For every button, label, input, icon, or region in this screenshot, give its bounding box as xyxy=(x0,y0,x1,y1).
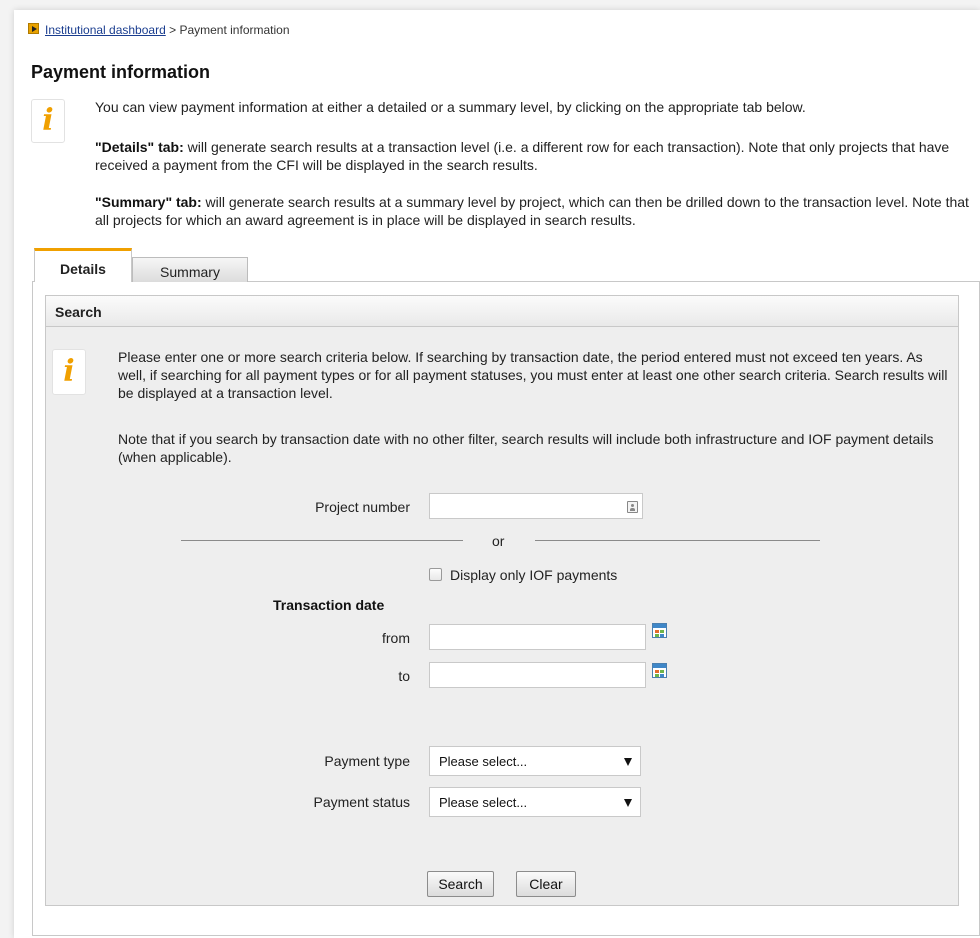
divider-left xyxy=(181,540,463,541)
search-button[interactable]: Search xyxy=(427,871,494,897)
search-info-text: Please enter one or more search criteria… xyxy=(118,349,948,401)
payment-status-label: Payment status xyxy=(313,794,411,810)
tab-details[interactable]: Details xyxy=(34,248,132,282)
project-number-input[interactable] xyxy=(429,493,643,519)
to-label: to xyxy=(398,668,410,684)
project-number-label: Project number xyxy=(315,499,410,515)
summary-tab-text: will generate search results at a summar… xyxy=(95,194,969,228)
payment-type-label: Payment type xyxy=(324,753,410,769)
from-calendar-icon[interactable] xyxy=(652,623,667,638)
search-info-icon: i xyxy=(52,349,86,395)
transaction-date-label: Transaction date xyxy=(273,597,385,613)
tab-summary[interactable]: Summary xyxy=(132,257,248,282)
details-tab-text: will generate search results at a transa… xyxy=(95,139,950,173)
clear-button[interactable]: Clear xyxy=(516,871,576,897)
page-title: Payment information xyxy=(31,62,211,82)
divider-right xyxy=(535,540,820,541)
iof-payments-label[interactable]: Display only IOF payments xyxy=(450,567,617,583)
intro-info-icon: i xyxy=(31,99,65,143)
payment-type-value: Please select... xyxy=(439,754,528,769)
search-info-note: Note that if you search by transaction d… xyxy=(118,431,934,465)
contact-card-icon[interactable] xyxy=(627,501,638,513)
iof-payments-checkbox[interactable] xyxy=(429,568,442,581)
from-date-input[interactable] xyxy=(429,624,646,650)
to-calendar-icon[interactable] xyxy=(652,663,667,678)
from-label: from xyxy=(382,630,410,646)
intro-details-paragraph: "Details" tab: will generate search resu… xyxy=(95,138,970,174)
search-section-header: Search xyxy=(45,295,959,327)
search-header-label: Search xyxy=(55,304,102,320)
breadcrumb-separator: > xyxy=(169,23,177,37)
chevron-down-icon xyxy=(624,799,632,807)
breadcrumb-current: Payment information xyxy=(179,23,290,37)
or-text: or xyxy=(492,533,505,549)
intro-line: You can view payment information at eith… xyxy=(95,99,806,115)
chevron-down-icon xyxy=(624,758,632,766)
intro-summary-paragraph: "Summary" tab: will generate search resu… xyxy=(95,193,970,229)
payment-status-select[interactable]: Please select... xyxy=(429,787,641,817)
breadcrumb: Institutional dashboard > Payment inform… xyxy=(45,23,290,37)
to-date-input[interactable] xyxy=(429,662,646,688)
summary-tab-label: "Summary" tab: xyxy=(95,194,202,210)
payment-status-value: Please select... xyxy=(439,795,528,810)
breadcrumb-link-institutional-dashboard[interactable]: Institutional dashboard xyxy=(45,23,166,37)
payment-type-select[interactable]: Please select... xyxy=(429,746,641,776)
breadcrumb-arrow-icon xyxy=(28,23,39,34)
details-tab-label: "Details" tab: xyxy=(95,139,184,155)
page: Institutional dashboard > Payment inform… xyxy=(14,10,980,938)
